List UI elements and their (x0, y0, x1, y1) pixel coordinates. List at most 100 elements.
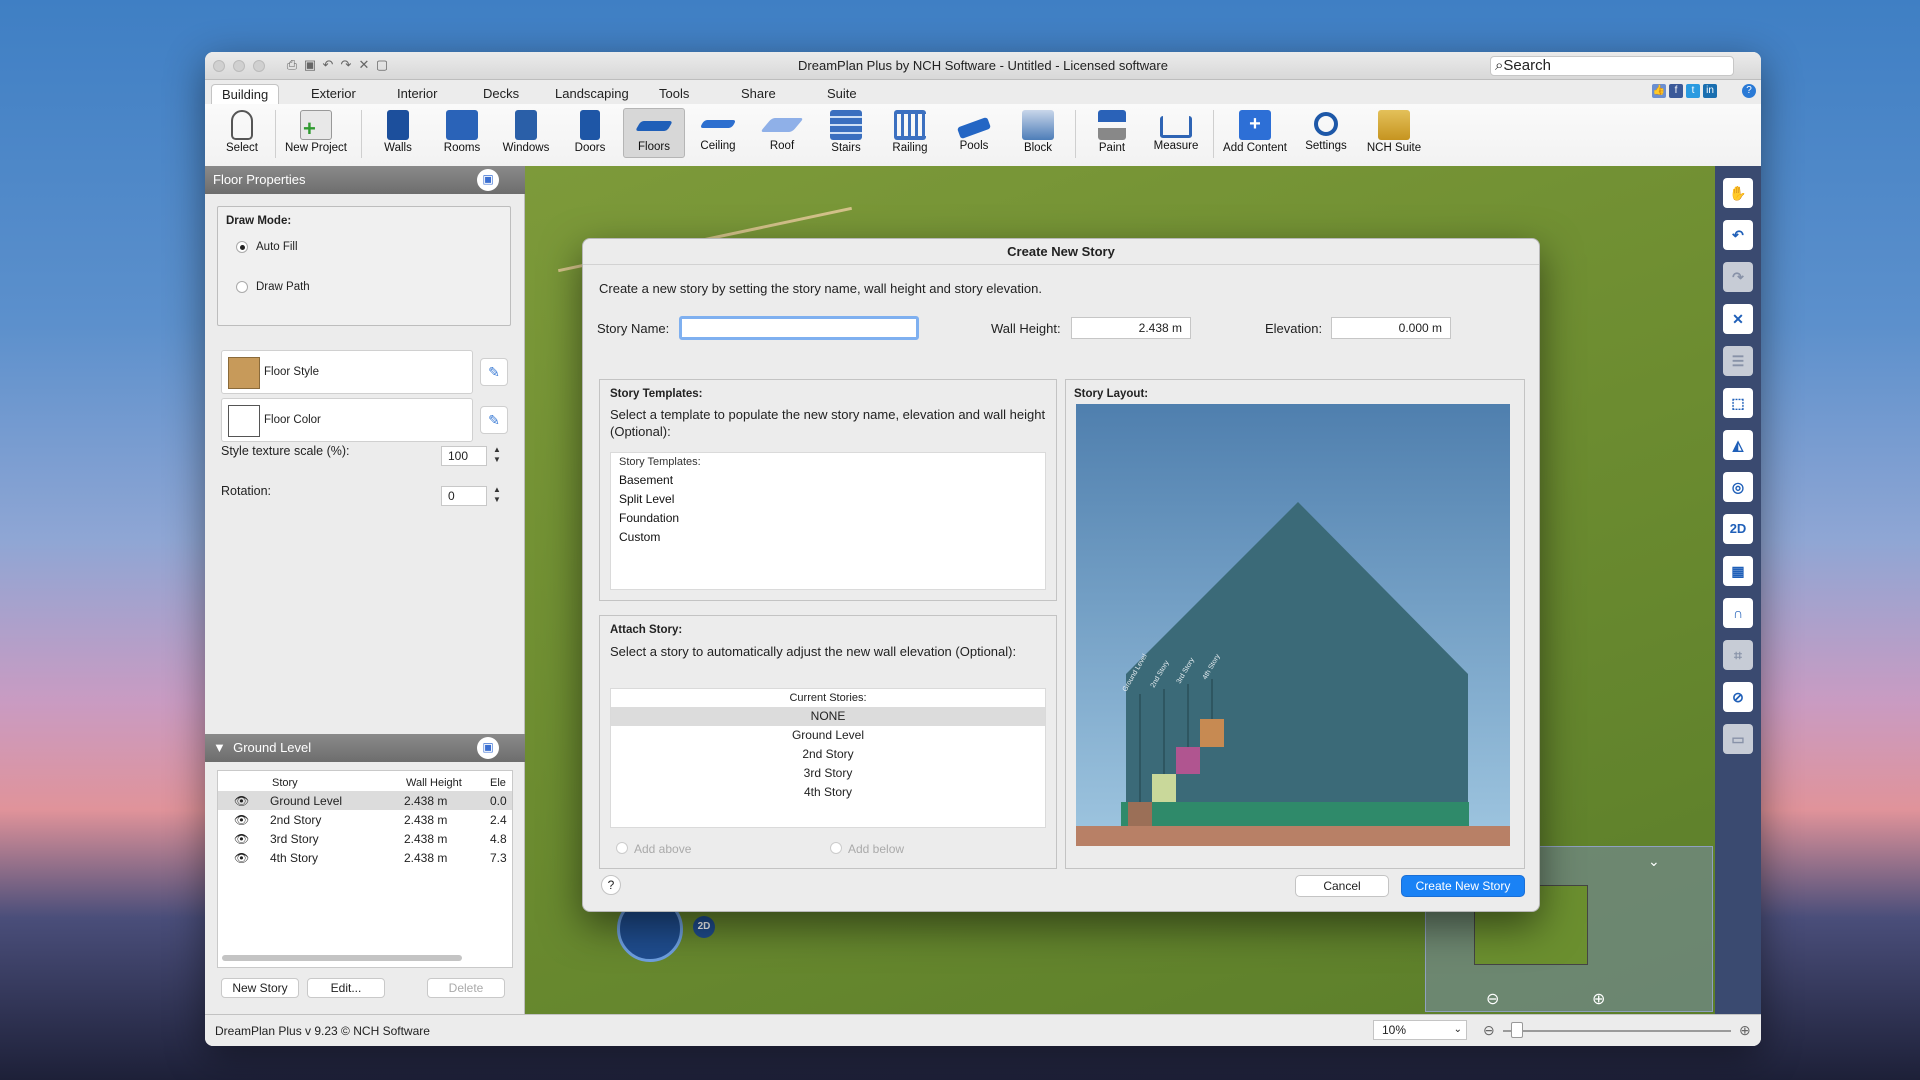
compass-icon[interactable]: ⊘ (1723, 682, 1753, 712)
rotation-input[interactable]: 0 (441, 486, 487, 506)
terrain-icon[interactable]: ◭ (1723, 430, 1753, 460)
notes-icon[interactable]: ☰ (1723, 346, 1753, 376)
tab-building[interactable]: Building (211, 84, 280, 104)
tab-suite[interactable]: Suite (817, 84, 867, 104)
draw-path-radio[interactable] (236, 281, 248, 293)
zoom-slider-track[interactable] (1503, 1030, 1731, 1032)
zoom-in-icon[interactable]: ⊕ (1592, 989, 1605, 1009)
ribbon-windows-button[interactable]: Windows (495, 108, 557, 158)
ribbon-paint-button[interactable]: Paint (1081, 108, 1143, 158)
eyedropper-icon[interactable]: ✎ (480, 358, 508, 386)
ribbon-new-project-button[interactable]: + New Project (281, 108, 351, 158)
auto-fill-radio[interactable] (236, 241, 248, 253)
linkedin-icon[interactable]: in (1703, 84, 1717, 98)
eye-icon[interactable]: 👁 (234, 813, 249, 827)
grid-icon[interactable]: ▦ (1723, 556, 1753, 586)
zoom-out-icon[interactable]: ⊖ (1483, 1022, 1495, 1039)
create-new-story-button[interactable]: Create New Story (1401, 875, 1525, 897)
3d-box-icon[interactable]: ⬚ (1723, 388, 1753, 418)
eyedropper-icon[interactable]: ✎ (480, 406, 508, 434)
column-header[interactable]: Story (272, 777, 298, 789)
ribbon-measure-button[interactable]: Measure (1145, 108, 1207, 158)
chevron-down-icon[interactable]: ⌄ (1648, 853, 1660, 870)
texture-scale-stepper[interactable]: ▲ ▼ (491, 445, 503, 467)
crop-icon[interactable]: ⌗ (1723, 640, 1753, 670)
ribbon-roof-button[interactable]: Roof (751, 108, 813, 158)
rotation-stepper[interactable]: ▲ ▼ (491, 485, 503, 507)
delete-story-button[interactable]: Delete (427, 978, 505, 998)
ribbon-settings-button[interactable]: Settings (1295, 108, 1357, 158)
ribbon-rooms-button[interactable]: Rooms (431, 108, 493, 158)
tab-interior[interactable]: Interior (387, 84, 447, 104)
ribbon-add-content-button[interactable]: + Add Content (1219, 108, 1291, 158)
list-item[interactable]: Custom (619, 530, 660, 544)
ribbon-nch-suite-button[interactable]: NCH Suite (1359, 108, 1429, 158)
view-icon[interactable]: ◎ (1723, 472, 1753, 502)
magnet-icon[interactable]: ∩ (1723, 598, 1753, 628)
tag-icon[interactable]: ▭ (1723, 724, 1753, 754)
undo-icon[interactable]: ↶ (1723, 220, 1753, 250)
zoom-select[interactable]: 10% ⌄ (1373, 1020, 1467, 1040)
list-item[interactable]: Foundation (619, 511, 679, 525)
floor-style-swatch[interactable]: Floor Style (221, 350, 473, 394)
tab-exterior[interactable]: Exterior (301, 84, 366, 104)
tab-share[interactable]: Share (731, 84, 786, 104)
add-below-radio[interactable] (830, 842, 842, 854)
floor-color-swatch[interactable]: Floor Color (221, 398, 473, 442)
edit-story-button[interactable]: Edit... (307, 978, 385, 998)
search-input[interactable]: ⌕Search (1490, 56, 1734, 76)
ribbon-stairs-button[interactable]: Stairs (815, 108, 877, 158)
elevation-input[interactable]: 0.000 m (1331, 317, 1451, 339)
dialog-help-button[interactable]: ? (601, 875, 621, 895)
add-above-radio[interactable] (616, 842, 628, 854)
table-row[interactable]: 👁 3rd Story 2.438 m 4.8 (218, 829, 512, 848)
camera-icon[interactable]: ▣ (477, 737, 499, 759)
ribbon-floors-button[interactable]: Floors (623, 108, 685, 158)
ribbon-ceiling-button[interactable]: Ceiling (687, 108, 749, 158)
ribbon-select-button[interactable]: Select (211, 108, 273, 158)
list-item[interactable]: Ground Level (611, 726, 1045, 745)
ribbon-railing-button[interactable]: Railing (879, 108, 941, 158)
story-name-input[interactable] (679, 316, 919, 340)
texture-scale-input[interactable]: 100 (441, 446, 487, 466)
cancel-button[interactable]: Cancel (1295, 875, 1389, 897)
camera-icon[interactable]: ▣ (477, 169, 499, 191)
help-icon[interactable]: ? (1742, 84, 1756, 98)
eye-icon[interactable]: 👁 (234, 794, 249, 808)
column-header[interactable]: Ele (490, 777, 506, 789)
tab-decks[interactable]: Decks (473, 84, 529, 104)
zoom-out-icon[interactable]: ⊖ (1486, 989, 1499, 1009)
tab-tools[interactable]: Tools (649, 84, 699, 104)
wall-height-input[interactable]: 2.438 m (1071, 317, 1191, 339)
list-item[interactable]: Basement (619, 473, 673, 487)
tab-landscaping[interactable]: Landscaping (545, 84, 639, 104)
list-item[interactable]: NONE (611, 707, 1045, 726)
ribbon-block-button[interactable]: Block (1007, 108, 1069, 158)
redo-icon[interactable]: ↷ (1723, 262, 1753, 292)
table-row[interactable]: 👁 Ground Level 2.438 m 0.0 (218, 791, 512, 810)
ribbon-walls-button[interactable]: Walls (367, 108, 429, 158)
facebook-icon[interactable]: f (1669, 84, 1683, 98)
close-icon[interactable]: ✕ (1723, 304, 1753, 334)
new-story-button[interactable]: New Story (221, 978, 299, 998)
stories-panel-header[interactable]: ▼ Ground Level ▣ (205, 734, 525, 762)
list-item[interactable]: 2nd Story (611, 745, 1045, 764)
table-row[interactable]: 👁 4th Story 2.438 m 7.3 (218, 848, 512, 867)
horizontal-scrollbar[interactable] (222, 955, 462, 961)
list-item[interactable]: 3rd Story (611, 764, 1045, 783)
2d-toggle-icon[interactable]: 2D (693, 916, 715, 938)
like-icon[interactable]: 👍 (1652, 84, 1666, 98)
pan-icon[interactable]: ✋ (1723, 178, 1753, 208)
table-row[interactable]: 👁 2nd Story 2.438 m 2.4 (218, 810, 512, 829)
2d-icon[interactable]: 2D (1723, 514, 1753, 544)
list-item[interactable]: Split Level (619, 492, 674, 506)
column-header[interactable]: Wall Height (406, 777, 462, 789)
twitter-icon[interactable]: t (1686, 84, 1700, 98)
eye-icon[interactable]: 👁 (234, 851, 249, 865)
zoom-in-icon[interactable]: ⊕ (1739, 1022, 1751, 1039)
zoom-slider-thumb[interactable] (1511, 1022, 1523, 1038)
list-item[interactable]: 4th Story (611, 783, 1045, 802)
ribbon-doors-button[interactable]: Doors (559, 108, 621, 158)
ribbon-pools-button[interactable]: Pools (943, 108, 1005, 158)
eye-icon[interactable]: 👁 (234, 832, 249, 846)
